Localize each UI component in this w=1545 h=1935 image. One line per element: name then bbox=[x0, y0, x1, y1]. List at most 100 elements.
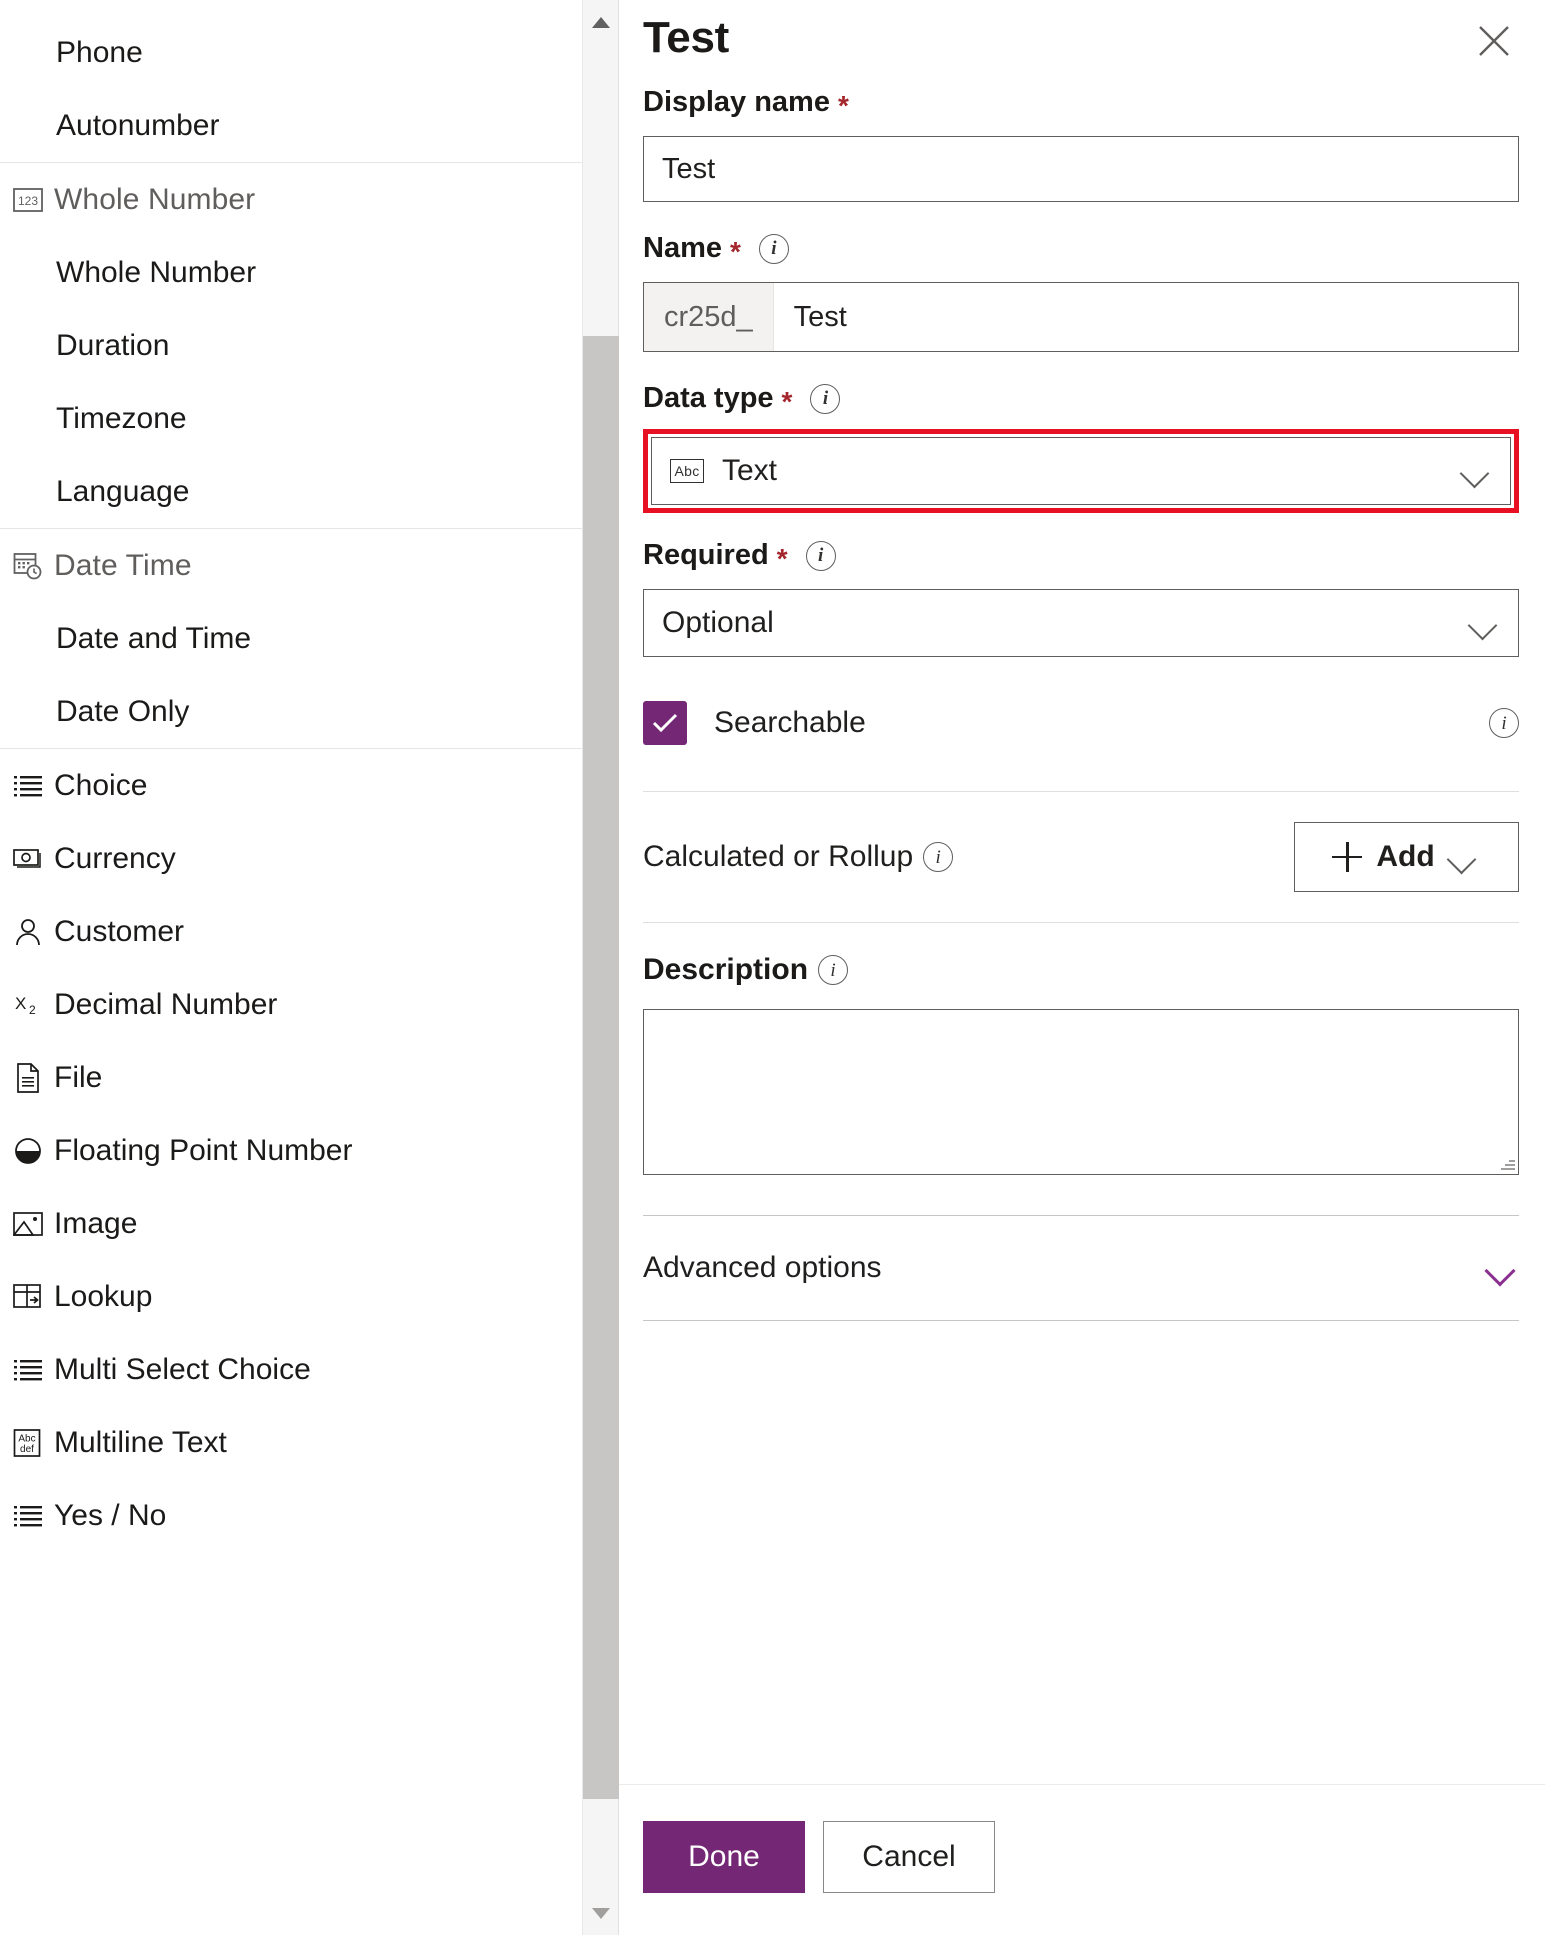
picture-icon bbox=[8, 1211, 48, 1237]
searchable-label: Searchable bbox=[714, 706, 866, 739]
list-item-label: Duration bbox=[56, 328, 170, 362]
name-input[interactable]: Test bbox=[774, 283, 1518, 351]
field-properties-screen: Ticker Symbol Phone Autonumber 123 Whole… bbox=[0, 0, 1545, 1935]
list-item-label: Multiline Text bbox=[54, 1425, 227, 1459]
advanced-options-label: Advanced options bbox=[643, 1251, 882, 1284]
list-item-label: Floating Point Number bbox=[54, 1133, 353, 1167]
list-item-label: Choice bbox=[54, 768, 148, 802]
list-item-timezone[interactable]: Timezone bbox=[0, 382, 582, 455]
description-label-text: Description bbox=[643, 953, 809, 986]
list-item-label: Multi Select Choice bbox=[54, 1352, 311, 1386]
name-label-text: Name bbox=[643, 232, 722, 264]
list-item-lookup[interactable]: Lookup bbox=[0, 1260, 582, 1333]
panel-footer: Done Cancel bbox=[619, 1784, 1545, 1935]
display-name-label: Display name * bbox=[643, 86, 1519, 119]
required-marker: * bbox=[781, 385, 793, 417]
panel-scrollbar[interactable] bbox=[583, 0, 619, 1935]
done-button[interactable]: Done bbox=[643, 1821, 805, 1893]
group-header-date-time[interactable]: Date Time bbox=[0, 529, 582, 602]
list-item-choice[interactable]: Choice bbox=[0, 749, 582, 822]
list-item-date-and-time[interactable]: Date and Time bbox=[0, 602, 582, 675]
list-item-duration[interactable]: Duration bbox=[0, 309, 582, 382]
data-type-dropdown[interactable]: Abc Text bbox=[651, 437, 1511, 505]
123-icon: 123 bbox=[8, 187, 48, 212]
info-icon[interactable]: i bbox=[758, 233, 789, 264]
scroll-down-arrow-icon[interactable] bbox=[583, 1895, 619, 1931]
chevron-down-icon bbox=[1449, 849, 1477, 865]
plus-icon bbox=[1332, 842, 1363, 872]
list-item-image[interactable]: Image bbox=[0, 1187, 582, 1260]
list-item-autonumber[interactable]: Autonumber bbox=[0, 89, 582, 162]
divider bbox=[643, 1320, 1519, 1321]
svg-text:Abc: Abc bbox=[18, 1433, 35, 1444]
group-header-whole-number[interactable]: 123 Whole Number bbox=[0, 163, 582, 236]
divider bbox=[643, 922, 1519, 923]
info-icon[interactable]: i bbox=[818, 955, 849, 985]
data-type-selected-value: Text bbox=[722, 454, 778, 487]
list-item-floating-point-number[interactable]: Floating Point Number bbox=[0, 1114, 582, 1187]
x-subscript-2-icon: X 2 bbox=[8, 991, 48, 1019]
document-icon bbox=[8, 1062, 48, 1093]
resize-grip-icon[interactable] bbox=[1499, 1155, 1515, 1171]
display-name-value: Test bbox=[662, 152, 716, 185]
field-properties-panel: Test Display name * Test Name * i cr25d_… bbox=[619, 0, 1545, 1935]
list-item-label: Timezone bbox=[56, 401, 187, 435]
searchable-row: Searchable i bbox=[643, 701, 1519, 753]
description-textarea[interactable] bbox=[643, 1009, 1519, 1175]
list-item-label: File bbox=[54, 1060, 103, 1094]
list-item-date-only[interactable]: Date Only bbox=[0, 675, 582, 748]
type-group-text-continued: Phone Autonumber bbox=[0, 16, 582, 163]
list-icon bbox=[8, 1504, 48, 1528]
list-item-label: Autonumber bbox=[56, 108, 220, 142]
required-label: Required * i bbox=[643, 539, 1519, 572]
list-item-multiline-text[interactable]: Abc def Multiline Text bbox=[0, 1406, 582, 1479]
list-item-customer[interactable]: Customer bbox=[0, 895, 582, 968]
close-icon[interactable] bbox=[1471, 18, 1517, 64]
list-item-file[interactable]: File bbox=[0, 1041, 582, 1114]
add-button-label: Add bbox=[1376, 840, 1435, 873]
type-group-whole-number: 123 Whole Number Whole Number Duration T… bbox=[0, 163, 582, 529]
name-input-group[interactable]: cr25d_ Test bbox=[643, 282, 1519, 352]
svg-text:X: X bbox=[15, 994, 26, 1013]
data-type-highlight-box: Abc Text bbox=[643, 429, 1519, 513]
list-icon bbox=[8, 774, 48, 798]
calendar-clock-icon bbox=[8, 551, 48, 581]
info-icon[interactable]: i bbox=[810, 383, 841, 414]
abc-box-icon: Abc bbox=[670, 459, 704, 483]
list-item-whole-number[interactable]: Whole Number bbox=[0, 236, 582, 309]
data-type-list[interactable]: Ticker Symbol Phone Autonumber 123 Whole… bbox=[0, 0, 583, 1935]
display-name-input[interactable]: Test bbox=[643, 136, 1519, 202]
scrollbar-thumb[interactable] bbox=[583, 336, 619, 1799]
list-item-yes-no[interactable]: Yes / No bbox=[0, 1479, 582, 1552]
searchable-checkbox[interactable] bbox=[643, 701, 687, 745]
list-item-currency[interactable]: Currency bbox=[0, 822, 582, 895]
group-header-label: Whole Number bbox=[54, 182, 256, 216]
add-button[interactable]: Add bbox=[1294, 822, 1519, 892]
svg-text:2: 2 bbox=[29, 1003, 36, 1017]
list-item-label: Phone bbox=[56, 35, 143, 69]
info-icon[interactable]: i bbox=[923, 842, 954, 872]
panel-header: Test bbox=[643, 0, 1519, 64]
list-item-language[interactable]: Language bbox=[0, 455, 582, 528]
info-icon[interactable]: i bbox=[1489, 708, 1519, 738]
list-icon bbox=[8, 1358, 48, 1382]
list-item-cut-off[interactable]: Ticker Symbol bbox=[0, 0, 582, 16]
chevron-down-icon bbox=[1462, 463, 1490, 479]
required-selected-value: Optional bbox=[662, 606, 774, 639]
info-icon[interactable]: i bbox=[805, 540, 836, 571]
list-item-label: Customer bbox=[54, 914, 185, 948]
scroll-up-arrow-icon[interactable] bbox=[583, 4, 619, 40]
cancel-button[interactable]: Cancel bbox=[823, 1821, 995, 1893]
list-item-label: Lookup bbox=[54, 1279, 153, 1313]
required-marker: * bbox=[776, 542, 788, 574]
calculated-or-rollup-label: Calculated or Rollup i bbox=[643, 840, 954, 874]
type-group-flat: Choice Currency Customer X 2 Decimal Num… bbox=[0, 749, 582, 1552]
advanced-options-toggle[interactable]: Advanced options bbox=[643, 1216, 1519, 1320]
list-item-multi-select-choice[interactable]: Multi Select Choice bbox=[0, 1333, 582, 1406]
list-item-phone[interactable]: Phone bbox=[0, 16, 582, 89]
list-item-decimal-number[interactable]: X 2 Decimal Number bbox=[0, 968, 582, 1041]
display-name-label-text: Display name bbox=[643, 86, 830, 118]
list-item-label: Date Only bbox=[56, 694, 190, 728]
type-group-date-time: Date Time Date and Time Date Only bbox=[0, 529, 582, 749]
required-dropdown[interactable]: Optional bbox=[643, 589, 1519, 657]
